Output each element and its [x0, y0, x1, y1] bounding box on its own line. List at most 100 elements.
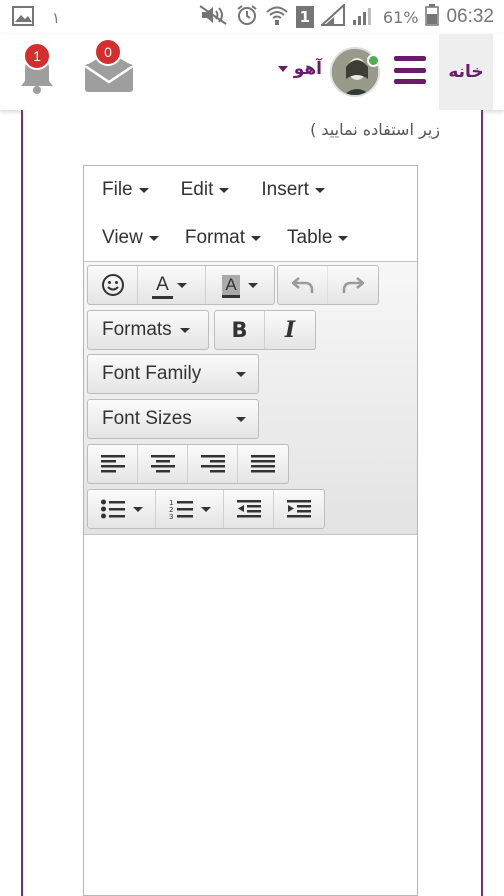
messages-button[interactable]: 0	[84, 38, 134, 92]
app-bar: خانه آهو 0 1	[0, 34, 504, 110]
font-sizes-dropdown[interactable]: Font Sizes	[88, 400, 258, 438]
background-color-button[interactable]: A	[206, 266, 274, 304]
battery-icon	[425, 4, 440, 30]
numbered-list-icon: 123	[169, 499, 193, 520]
chevron-down-icon	[148, 235, 159, 241]
emoticons-button[interactable]	[88, 266, 138, 304]
menu-edit[interactable]: Edit	[171, 179, 240, 201]
align-justify-icon	[251, 455, 275, 473]
editor-content-area[interactable]	[84, 535, 417, 895]
sim-indicator: 1	[295, 6, 314, 28]
menu-insert-label: Insert	[261, 179, 309, 200]
caret-down-icon	[277, 66, 288, 72]
chevron-down-icon	[176, 282, 187, 288]
mute-icon	[199, 4, 229, 30]
chevron-down-icon	[200, 506, 211, 512]
font-family-dropdown[interactable]: Font Family	[88, 355, 258, 393]
messages-badge: 0	[94, 38, 122, 66]
menu-format[interactable]: Format	[175, 227, 271, 249]
bold-icon: B	[231, 318, 248, 342]
chevron-down-icon	[314, 187, 325, 193]
smiley-icon	[101, 274, 124, 296]
numbered-list-button[interactable]: 123	[156, 490, 224, 528]
chevron-down-icon	[236, 371, 246, 377]
toolbar-group-font-family: Font Family	[87, 354, 259, 394]
undo-button[interactable]	[278, 266, 328, 304]
menu-edit-label: Edit	[180, 179, 214, 200]
font-family-label: Font Family	[102, 363, 202, 384]
svg-text:3: 3	[169, 513, 173, 520]
battery-percent: 61%	[382, 7, 419, 27]
redo-button[interactable]	[328, 266, 378, 304]
status-bar: ١ 1 61% 06:32	[0, 0, 504, 34]
image-icon	[12, 6, 34, 30]
bold-button[interactable]: B	[215, 311, 265, 349]
editor-toolbar: A A Formats B I Font Family Font Sizes 1…	[84, 262, 417, 535]
signal-icon	[352, 4, 376, 30]
notifications-button[interactable]: 1	[19, 42, 55, 94]
align-left-icon	[100, 455, 125, 473]
text-color-button[interactable]: A	[138, 266, 206, 304]
toolbar-group-lists: 123	[87, 489, 325, 529]
align-right-button[interactable]	[188, 445, 238, 483]
undo-icon	[291, 277, 313, 293]
toolbar-group-formats: Formats	[87, 310, 209, 350]
align-justify-button[interactable]	[238, 445, 288, 483]
menu-table-label: Table	[287, 227, 333, 248]
toolbar-group-style: B I	[214, 310, 316, 350]
menu-insert[interactable]: Insert	[251, 179, 335, 201]
chevron-down-icon	[138, 187, 149, 193]
indent-button[interactable]	[274, 490, 324, 528]
bg-color-glyph: A	[225, 275, 237, 294]
outdent-icon	[236, 500, 261, 518]
bullet-list-icon	[100, 499, 125, 519]
formats-dropdown[interactable]: Formats	[88, 311, 208, 349]
outdent-button[interactable]	[224, 490, 274, 528]
indent-icon	[287, 500, 311, 518]
home-tab[interactable]: خانه	[439, 34, 493, 110]
align-center-icon	[150, 455, 175, 473]
font-sizes-label: Font Sizes	[102, 408, 192, 429]
background-color-icon: A	[222, 275, 240, 298]
chevron-down-icon	[247, 282, 258, 288]
text-color-glyph: A	[156, 274, 169, 295]
text-color-icon: A	[152, 274, 173, 299]
formats-label: Formats	[102, 319, 172, 340]
description-text: زیر استفاده نمایید )	[310, 120, 440, 139]
menu-view-label: View	[102, 227, 143, 248]
status-number: ١	[52, 9, 61, 27]
toolbar-group-font-sizes: Font Sizes	[87, 399, 259, 439]
menu-file[interactable]: File	[92, 179, 159, 201]
align-right-icon	[200, 455, 225, 473]
online-status-icon	[367, 54, 380, 67]
chevron-down-icon	[179, 327, 190, 333]
menu-file-label: File	[102, 179, 133, 200]
username-label: آهو	[293, 59, 322, 79]
menu-format-label: Format	[184, 227, 246, 248]
italic-icon: I	[284, 317, 296, 343]
chevron-down-icon	[338, 235, 349, 241]
hamburger-menu-button[interactable]	[394, 56, 426, 84]
align-left-button[interactable]	[88, 445, 138, 483]
chevron-down-icon	[251, 235, 262, 241]
chevron-down-icon	[132, 506, 143, 512]
toolbar-group-history	[277, 265, 379, 305]
toolbar-group-insert: A A	[87, 265, 275, 305]
editor-menubar: File Edit Insert View Format Table	[84, 166, 417, 262]
user-dropdown[interactable]: آهو	[277, 59, 322, 79]
toolbar-group-align	[87, 444, 289, 484]
chevron-down-icon	[236, 416, 246, 422]
chevron-down-icon	[219, 187, 230, 193]
bullet-list-button[interactable]	[88, 490, 156, 528]
wifi-icon	[265, 4, 289, 30]
notifications-badge: 1	[23, 42, 51, 70]
align-center-button[interactable]	[138, 445, 188, 483]
redo-icon	[342, 277, 364, 293]
italic-button[interactable]: I	[265, 311, 315, 349]
alarm-icon	[236, 4, 258, 30]
menu-table[interactable]: Table	[277, 227, 358, 249]
signal-icon	[319, 2, 345, 30]
clock: 06:32	[446, 6, 494, 27]
menu-view[interactable]: View	[92, 227, 169, 249]
rich-text-editor: File Edit Insert View Format Table A A F…	[83, 165, 418, 896]
